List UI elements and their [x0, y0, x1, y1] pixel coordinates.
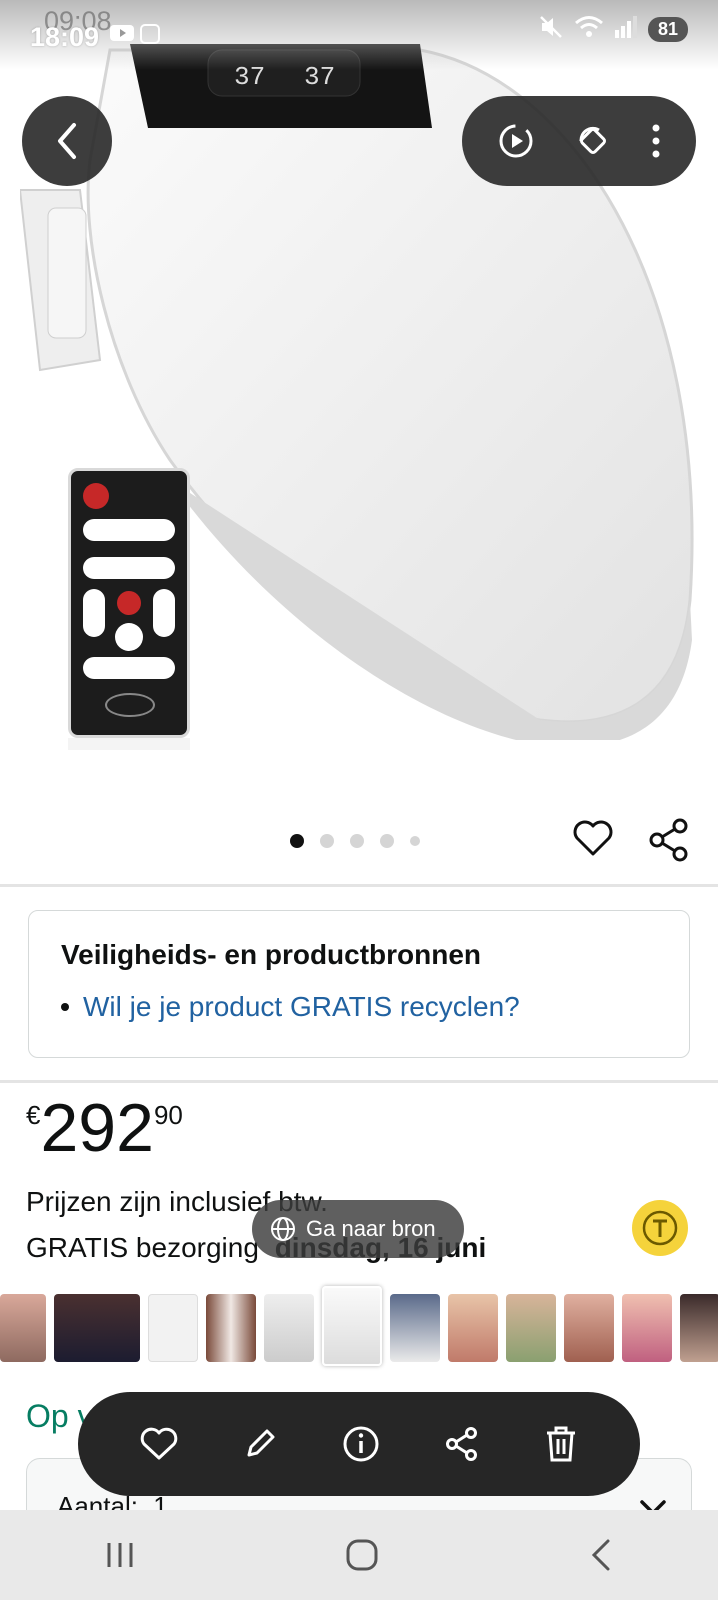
- recent-apps-button[interactable]: [105, 1541, 135, 1569]
- price-whole: 292: [40, 1090, 154, 1166]
- signal-icon: [614, 16, 638, 43]
- text-extract-button[interactable]: [632, 1200, 688, 1256]
- wifi-icon: [574, 14, 604, 45]
- gallery-thumbnail[interactable]: [564, 1294, 614, 1362]
- carousel-dot[interactable]: [290, 834, 304, 848]
- divider: [0, 1080, 718, 1083]
- price-fraction: 90: [153, 1100, 183, 1130]
- home-button[interactable]: [345, 1538, 379, 1572]
- more-options-button[interactable]: [650, 123, 662, 159]
- gallery-thumbnail-selected[interactable]: [322, 1286, 382, 1366]
- delivery-prefix: GRATIS bezorging: [26, 1232, 259, 1263]
- carousel-indicator[interactable]: [290, 834, 420, 848]
- share-image-button[interactable]: [445, 1426, 479, 1462]
- chevron-left-icon: [58, 123, 76, 159]
- rotate-icon: [579, 126, 606, 154]
- system-navigation-bar: [0, 1510, 718, 1600]
- details-button[interactable]: [342, 1425, 380, 1463]
- delete-button[interactable]: [544, 1425, 578, 1463]
- globe-icon: [271, 1217, 295, 1241]
- safety-resources-card: Veiligheids- en productbronnen Wil je je…: [28, 910, 690, 1058]
- power-icon: [83, 483, 109, 509]
- status-bar: 09:08 18:09 81: [0, 0, 718, 70]
- play-circle-icon: [499, 124, 533, 158]
- edit-button[interactable]: [243, 1427, 277, 1461]
- price: € 292 90: [26, 1094, 183, 1162]
- gallery-thumbnail[interactable]: [448, 1294, 498, 1362]
- carousel-dot[interactable]: [320, 834, 334, 848]
- wishlist-button[interactable]: [572, 818, 614, 863]
- carousel-dot[interactable]: [350, 834, 364, 848]
- more-vertical-icon: [652, 124, 660, 158]
- gallery-thumbnail[interactable]: [148, 1294, 198, 1362]
- youtube-icon: [110, 24, 134, 49]
- heart-icon: [141, 1427, 178, 1460]
- go-to-source-label: Ga naar bron: [306, 1216, 436, 1241]
- notification-icon: [140, 24, 160, 49]
- bullet: [61, 1003, 69, 1011]
- rotate-button[interactable]: [573, 121, 613, 161]
- recycle-link-label: Wil je je product GRATIS recyclen?: [83, 991, 520, 1022]
- gallery-thumbnail-strip[interactable]: [0, 1286, 718, 1366]
- remote-control-image: [68, 468, 190, 738]
- share-icon: [445, 1427, 477, 1461]
- mute-icon: [538, 14, 564, 45]
- pencil-icon: [247, 1429, 275, 1457]
- back-button[interactable]: [22, 96, 112, 186]
- text-scan-icon: [642, 1210, 678, 1246]
- go-to-source-button[interactable]: Ga naar bron: [252, 1200, 464, 1258]
- divider: [0, 884, 718, 887]
- remote-reflection: [68, 738, 190, 750]
- heart-icon: [573, 820, 613, 856]
- system-back-button[interactable]: [589, 1538, 613, 1572]
- info-icon: [343, 1426, 379, 1462]
- gallery-thumbnail[interactable]: [264, 1294, 314, 1362]
- gallery-thumbnail[interactable]: [206, 1294, 256, 1362]
- recent-apps-icon: [107, 1543, 133, 1567]
- motion-photo-button[interactable]: [496, 121, 536, 161]
- home-icon: [346, 1539, 378, 1571]
- battery-indicator: 81: [647, 17, 688, 42]
- gallery-thumbnail[interactable]: [54, 1294, 140, 1362]
- share-icon: [649, 818, 688, 862]
- trash-icon: [546, 1426, 575, 1462]
- gallery-thumbnail[interactable]: [0, 1294, 46, 1362]
- back-arrow-icon: [591, 1539, 610, 1571]
- share-product-button[interactable]: [648, 818, 690, 867]
- gallery-thumbnail[interactable]: [622, 1294, 672, 1362]
- gallery-thumbnail[interactable]: [390, 1294, 440, 1362]
- gallery-thumbnail[interactable]: [680, 1294, 718, 1362]
- carousel-dot[interactable]: [380, 834, 394, 848]
- status-time: 18:09: [30, 22, 100, 52]
- price-currency: €: [26, 1100, 41, 1130]
- recycle-link[interactable]: Wil je je product GRATIS recyclen?: [61, 991, 657, 1023]
- gallery-thumbnail[interactable]: [506, 1294, 556, 1362]
- favorite-button[interactable]: [140, 1427, 178, 1461]
- card-title: Veiligheids- en productbronnen: [61, 939, 482, 970]
- gallery-action-bar: [78, 1392, 640, 1496]
- image-tools-bar: [462, 96, 696, 186]
- carousel-dot[interactable]: [410, 836, 420, 846]
